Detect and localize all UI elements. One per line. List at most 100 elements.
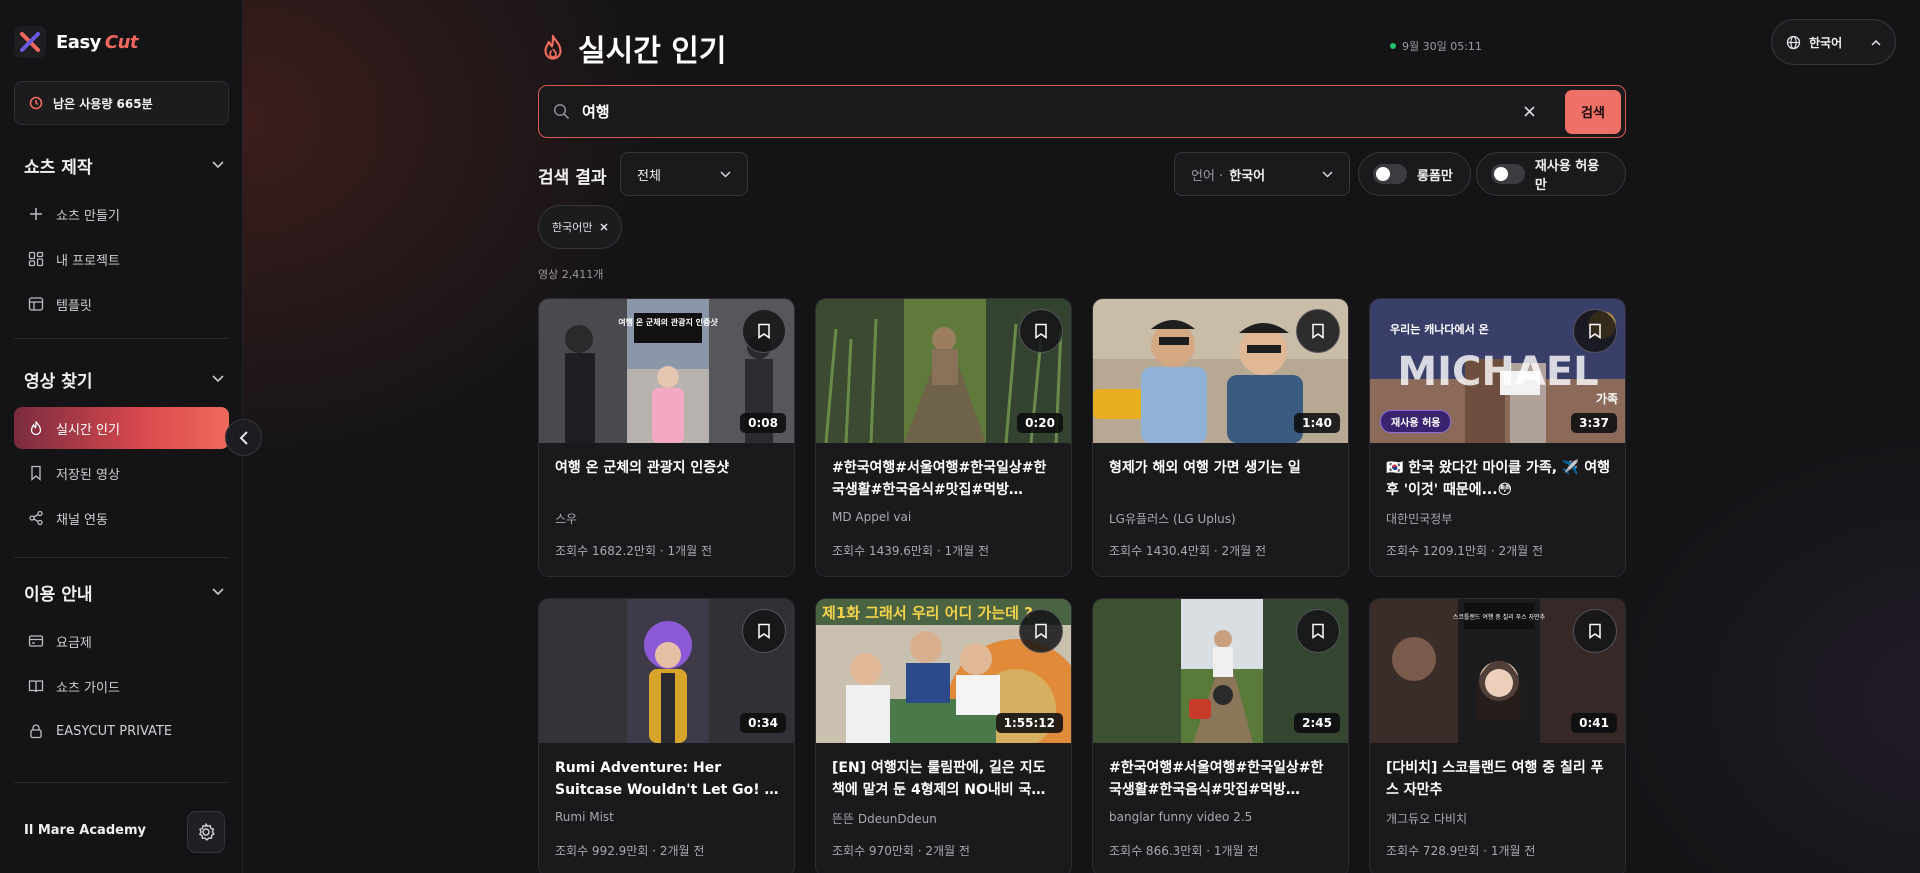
- section-title: 쇼츠 제작: [24, 157, 93, 178]
- plus-icon: [30, 208, 42, 220]
- app-logo[interactable]: Easy Cut: [14, 26, 139, 58]
- sidebar-item-saved-videos[interactable]: 저장된 영상: [14, 452, 229, 494]
- language-filter-value: 한국어: [1229, 168, 1266, 184]
- video-duration: 1:40: [1294, 413, 1340, 433]
- channel-name[interactable]: Rumi Mist: [555, 810, 614, 824]
- chip-label: 한국어만: [552, 221, 593, 234]
- sidebar-item-label: 내 프로젝트: [56, 253, 120, 269]
- channel-name[interactable]: 뜬뜬 DdeunDdeun: [832, 810, 937, 827]
- video-thumbnail[interactable]: 0:34: [539, 599, 794, 743]
- sidebar-item-label: EASYCUT PRIVATE: [56, 723, 173, 739]
- video-thumbnail[interactable]: 여행 온 군체의 관광지 인증샷 0:08: [539, 299, 794, 443]
- sidebar-item-label: 실시간 인기: [56, 422, 120, 438]
- video-thumbnail[interactable]: 1:40: [1093, 299, 1348, 443]
- book-icon: [28, 680, 44, 693]
- video-title[interactable]: 🇰🇷 한국 왔다간 마이클 가족, ✈️ 여행 후 '이것' 때문에...😳: [1386, 457, 1612, 501]
- video-card[interactable]: 0:20 #한국여행#서울여행#한국일상#한국생활#한국음식#맛집#먹방#KPO…: [815, 298, 1072, 577]
- sidebar-item-my-projects[interactable]: 내 프로젝트: [14, 238, 229, 280]
- bookmark-button[interactable]: [1296, 609, 1340, 653]
- language-filter-prefix: 언어 ·: [1191, 168, 1224, 184]
- video-card[interactable]: 제1화 그래서 우리 어디 가는데 ? 1:55:12 [EN] 여행지는 룰림…: [815, 598, 1072, 873]
- close-icon[interactable]: [600, 223, 609, 231]
- upload-age: 2개월 전: [1221, 544, 1267, 558]
- sidebar-collapse-button[interactable]: [225, 419, 262, 456]
- video-card[interactable]: 스코틀랜드 여행 중 칠리 푸스 자만추 0:41 [다비치] 스코틀랜드 여행…: [1369, 598, 1626, 873]
- bookmark-button[interactable]: [1573, 609, 1617, 653]
- sidebar-item-easycut-private[interactable]: EASYCUT PRIVATE: [14, 710, 229, 752]
- upload-age: 2개월 전: [1498, 544, 1544, 558]
- usage-remaining: 남은 사용량 665분: [14, 81, 229, 125]
- sidebar-item-channel-link[interactable]: 채널 연동: [14, 497, 229, 539]
- category-dropdown[interactable]: 전체: [620, 152, 748, 196]
- sidebar-item-label: 템플릿: [56, 298, 92, 314]
- video-card[interactable]: 2:45 #한국여행#서울여행#한국일상#한국생활#한국음식#맛집#먹방#KPO…: [1092, 598, 1349, 873]
- video-thumbnail[interactable]: 2:45: [1093, 599, 1348, 743]
- sidebar: Easy Cut 남은 사용량 665분 쇼츠 제작 쇼츠 만들기 내 프로젝트 …: [0, 0, 243, 873]
- settings-button[interactable]: [187, 811, 225, 853]
- bookmark-button[interactable]: [1296, 309, 1340, 353]
- sidebar-item-templates[interactable]: 템플릿: [14, 283, 229, 325]
- reuse-allowed-toggle[interactable]: 재사용 허용만: [1476, 152, 1626, 196]
- sidebar-item-shorts-guide[interactable]: 쇼츠 가이드: [14, 665, 229, 707]
- user-name[interactable]: Il Mare Academy: [24, 823, 146, 838]
- sidebar-item-pricing[interactable]: 요금제: [14, 620, 229, 662]
- video-card[interactable]: 여행 온 군체의 관광지 인증샷 0:08 여행 온 군체의 관광지 인증샷 스…: [538, 298, 795, 577]
- upload-age: 1개월 전: [1213, 844, 1259, 858]
- video-title[interactable]: [EN] 여행지는 룰림판에, 길은 지도책에 맡겨 둔 4형제의 NO내비 국…: [832, 757, 1058, 801]
- chevron-down-icon: [212, 588, 224, 596]
- video-thumbnail[interactable]: 제1화 그래서 우리 어디 가는데 ? 1:55:12: [816, 599, 1071, 743]
- view-count: 조회수 728.9만회: [1386, 844, 1480, 858]
- clear-search-button[interactable]: [1515, 98, 1543, 126]
- video-title[interactable]: Rumi Adventure: Her Suitcase Wouldn't Le…: [555, 757, 781, 801]
- video-title[interactable]: [다비치] 스코틀랜드 여행 중 칠리 푸스 자만추: [1386, 757, 1612, 801]
- video-card[interactable]: 우리는 캐나다에서 온 MICHAEL 가족 재사용 허용 3:37 🇰🇷 한국…: [1369, 298, 1626, 577]
- bookmark-button[interactable]: [742, 609, 786, 653]
- grid-icon: [28, 251, 44, 267]
- chevron-down-icon: [212, 375, 224, 383]
- channel-name[interactable]: MD Appel vai: [832, 510, 911, 524]
- video-thumbnail[interactable]: 0:20: [816, 299, 1071, 443]
- video-title[interactable]: 여행 온 군체의 관광지 인증샷: [555, 457, 781, 479]
- video-card[interactable]: 0:34 Rumi Adventure: Her Suitcase Wouldn…: [538, 598, 795, 873]
- channel-name[interactable]: LG유플러스 (LG Uplus): [1109, 510, 1236, 527]
- view-count: 조회수 970만회: [832, 844, 914, 858]
- language-filter-dropdown[interactable]: 언어 · 한국어: [1174, 152, 1350, 196]
- video-thumbnail[interactable]: 스코틀랜드 여행 중 칠리 푸스 자만추 0:41: [1370, 599, 1625, 743]
- sidebar-item-create-shorts[interactable]: 쇼츠 만들기: [14, 193, 229, 235]
- page-title-text: 실시간 인기: [578, 34, 727, 69]
- filter-chip-korean-only[interactable]: 한국어만: [538, 205, 623, 249]
- gear-icon: [199, 823, 215, 841]
- toggle-switch[interactable]: [1491, 164, 1525, 184]
- longform-only-toggle[interactable]: 롱폼만: [1358, 152, 1471, 196]
- video-stats: 조회수 728.9만회 · 1개월 전: [1386, 844, 1536, 858]
- video-title[interactable]: 형제가 해외 여행 가면 생기는 일: [1109, 457, 1335, 479]
- channel-name[interactable]: 스우: [555, 510, 577, 527]
- video-duration: 1:55:12: [995, 713, 1063, 733]
- live-status-dot: [1390, 43, 1396, 49]
- sidebar-item-trending[interactable]: 실시간 인기: [14, 407, 229, 449]
- result-count: 영상 2,411개: [538, 268, 604, 281]
- bookmark-button[interactable]: [1019, 609, 1063, 653]
- language-selector[interactable]: 한국어: [1771, 19, 1896, 65]
- video-title[interactable]: #한국여행#서울여행#한국일상#한국생활#한국음식#맛집#먹방#KPOP...: [832, 457, 1058, 501]
- video-title[interactable]: #한국여행#서울여행#한국일상#한국생활#한국음식#맛집#먹방#KPOP...: [1109, 757, 1335, 801]
- search-input[interactable]: [582, 102, 1503, 121]
- section-shorts-create[interactable]: 쇼츠 제작: [24, 153, 224, 178]
- bookmark-button[interactable]: [1019, 309, 1063, 353]
- section-find-videos[interactable]: 영상 찾기: [24, 367, 224, 392]
- channel-name[interactable]: 대한민국정부: [1386, 510, 1452, 527]
- search-button[interactable]: 검색: [1565, 89, 1621, 134]
- upload-age: 2개월 전: [659, 844, 705, 858]
- bookmark-button[interactable]: [742, 309, 786, 353]
- view-count: 조회수 992.9만회: [555, 844, 649, 858]
- channel-name[interactable]: banglar funny video 2.5: [1109, 810, 1252, 824]
- results-label: 검색 결과: [538, 168, 607, 188]
- sidebar-divider: [14, 782, 229, 783]
- section-guide[interactable]: 이용 안내: [24, 580, 224, 605]
- bookmark-button[interactable]: [1573, 309, 1617, 353]
- video-thumbnail[interactable]: 우리는 캐나다에서 온 MICHAEL 가족 재사용 허용 3:37: [1370, 299, 1625, 443]
- toggle-switch[interactable]: [1373, 164, 1407, 184]
- channel-name[interactable]: 개그듀오 다비치: [1386, 810, 1467, 827]
- video-card[interactable]: 1:40 형제가 해외 여행 가면 생기는 일 LG유플러스 (LG Uplus…: [1092, 298, 1349, 577]
- last-updated: 9월 30일 05:11: [1390, 38, 1482, 54]
